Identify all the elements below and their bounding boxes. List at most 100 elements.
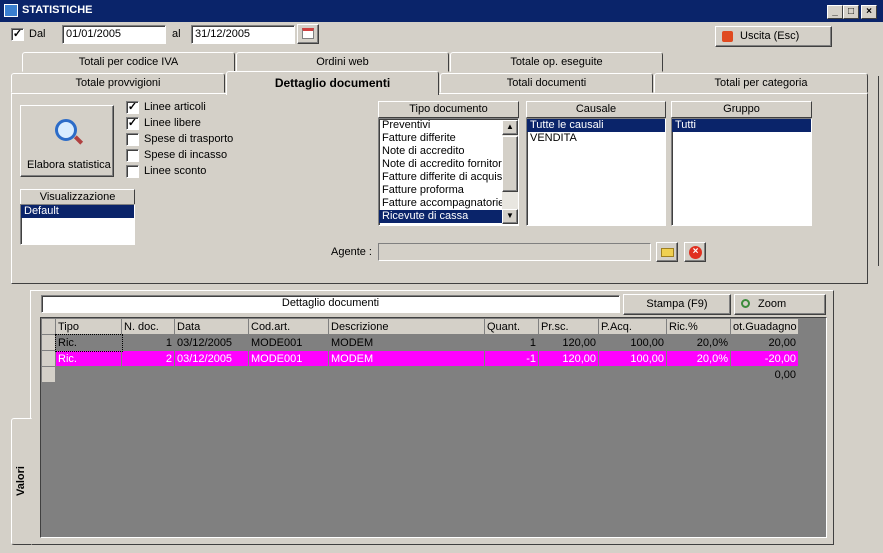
maximize-button[interactable]: □ — [843, 5, 859, 19]
agente-field[interactable] — [378, 243, 651, 261]
table-cell[interactable]: Ric. — [54, 333, 123, 352]
table-cell[interactable] — [666, 366, 731, 383]
option-spese-di-incasso[interactable]: Spese di incasso — [126, 148, 266, 163]
close-button[interactable]: × — [861, 5, 877, 19]
scroll-thumb[interactable] — [502, 136, 518, 192]
table-cell[interactable]: Ric. — [55, 350, 122, 367]
column-header[interactable]: Ric.% — [666, 318, 731, 335]
tipo-item[interactable]: Fatture accompagnatorie — [379, 197, 518, 210]
option-linee-sconto[interactable]: Linee sconto — [126, 164, 266, 179]
table-cell[interactable]: MODEM — [328, 334, 485, 351]
table-cell[interactable] — [248, 366, 329, 383]
tipo-item[interactable]: Note di accredito fornitori — [379, 158, 518, 171]
table-cell[interactable]: 2 — [121, 350, 175, 367]
visualizzazione-list[interactable]: Default — [20, 204, 135, 245]
agente-clear-button[interactable]: × — [684, 242, 706, 262]
table-cell[interactable]: 100,00 — [598, 334, 667, 351]
table-cell[interactable]: 20,00 — [730, 334, 799, 351]
tipo-item[interactable]: Fatture proforma — [379, 184, 518, 197]
table-cell[interactable]: 1 — [121, 334, 175, 351]
table-cell[interactable] — [55, 366, 122, 383]
table-cell[interactable] — [538, 366, 599, 383]
zoom-button[interactable]: Zoom — [734, 294, 826, 315]
tipo-item[interactable]: Preventivi — [379, 119, 518, 132]
column-header[interactable]: P.Acq. — [598, 318, 667, 335]
table-cell[interactable]: 03/12/2005 — [174, 350, 249, 367]
agente-browse-button[interactable] — [656, 242, 678, 262]
table-row[interactable]: Ric. 2 03/12/2005 MODE001 MODEM -1 120,00 100,0… — [41, 350, 799, 367]
tab-totali-documenti[interactable]: Totali documenti — [440, 73, 653, 93]
table-cell[interactable]: 120,00 — [538, 334, 599, 351]
table-cell[interactable] — [174, 366, 249, 383]
caus-item[interactable]: Tutte le causali — [527, 119, 665, 132]
option-spese-di-trasporto[interactable]: Spese di trasporto — [126, 132, 266, 147]
row-selector[interactable] — [41, 366, 56, 383]
exit-button[interactable]: Uscita (Esc) — [715, 26, 832, 47]
column-header[interactable]: Data — [174, 318, 249, 335]
table-row[interactable]: 0,00 — [41, 366, 799, 383]
option-linee-articoli[interactable]: ✓ Linee articoli — [126, 100, 266, 115]
scroll-up-arrow-icon[interactable]: ▲ — [502, 120, 518, 135]
scroll-down-arrow-icon[interactable]: ▼ — [502, 209, 518, 224]
table-cell[interactable]: 120,00 — [538, 350, 599, 367]
option-checkbox[interactable] — [126, 149, 139, 162]
tipo-item[interactable]: Fatture differite — [379, 132, 518, 145]
table-cell[interactable] — [598, 366, 667, 383]
column-header[interactable]: ot.Guadagno — [730, 318, 799, 335]
table-cell[interactable] — [484, 366, 539, 383]
tipo-documento-scrollbar[interactable]: ▲ ▼ — [502, 120, 518, 224]
stampa-button[interactable]: Stampa (F9) — [623, 294, 731, 315]
row-selector[interactable] — [41, 350, 56, 367]
option-checkbox[interactable]: ✓ — [126, 117, 139, 130]
tipo-documento-list[interactable]: Preventivi Fatture differite Note di accre… — [378, 118, 519, 226]
tab-valori[interactable]: Valori — [11, 418, 32, 545]
table-cell[interactable]: 20,0% — [666, 350, 731, 367]
column-header[interactable]: Pr.sc. — [538, 318, 599, 335]
gruppo-list[interactable]: Tutti — [671, 118, 812, 226]
table-cell[interactable]: MODE001 — [248, 334, 329, 351]
column-header[interactable]: N. doc. — [121, 318, 175, 335]
table-cell[interactable]: 03/12/2005 — [174, 334, 249, 351]
option-label: Spese di incasso — [144, 149, 228, 161]
row-selector[interactable] — [41, 334, 56, 351]
elabora-statistica-button[interactable]: Elabora statistica — [20, 105, 114, 177]
option-linee-libere[interactable]: ✓ Linee libere — [126, 116, 266, 131]
table-cell[interactable]: -20,00 — [730, 350, 799, 367]
from-date-field[interactable]: 01/01/2005 — [62, 25, 166, 44]
table-cell[interactable]: 20,0% — [666, 334, 731, 351]
table-cell[interactable]: 100,00 — [598, 350, 667, 367]
tipo-item[interactable]: Note di accredito — [379, 145, 518, 158]
table-row[interactable]: Ric. 1 03/12/2005 MODE001 MODEM 1 120,00 100,00… — [41, 333, 799, 352]
tab-totale-provvigioni[interactable]: Totale provvigioni — [11, 73, 225, 93]
column-header[interactable]: Cod.art. — [248, 318, 329, 335]
table-cell[interactable]: 1 — [484, 334, 539, 351]
tab-totali-per-categoria[interactable]: Totali per categoria — [654, 73, 868, 93]
tab-totale-op-eseguite[interactable]: Totale op. eseguite — [450, 52, 663, 72]
table-cell[interactable] — [121, 366, 175, 383]
visualizzazione-item-default[interactable]: Default — [21, 205, 134, 218]
column-header[interactable]: Descrizione — [328, 318, 485, 335]
option-checkbox[interactable] — [126, 133, 139, 146]
option-checkbox[interactable]: ✓ — [126, 101, 139, 114]
tab-dettaglio-documenti[interactable]: Dettaglio documenti — [226, 71, 439, 95]
calendar-button[interactable] — [297, 24, 319, 44]
minimize-button[interactable]: _ — [827, 5, 843, 19]
grp-item[interactable]: Tutti — [672, 119, 811, 132]
caus-item[interactable]: VENDITA — [527, 132, 665, 145]
table-cell[interactable] — [328, 366, 485, 383]
tab-ordini-web[interactable]: Ordini web — [236, 52, 449, 72]
tab-totali-codice-iva[interactable]: Totali per codice IVA — [22, 52, 235, 72]
tipo-item[interactable]: Ricevute di cassa — [379, 210, 518, 223]
data-grid[interactable]: Tipo N. doc. Data Cod.art. Descrizione Quant.… — [40, 317, 827, 538]
table-cell[interactable]: MODE001 — [248, 350, 329, 367]
table-cell[interactable]: MODEM — [328, 350, 485, 367]
to-date-field[interactable]: 31/12/2005 — [191, 25, 295, 44]
option-checkbox[interactable] — [126, 165, 139, 178]
table-cell[interactable]: 0,00 — [730, 366, 799, 383]
column-header[interactable]: Quant. — [484, 318, 539, 335]
tipo-item[interactable]: Fatture differite di acquisto — [379, 171, 518, 184]
dal-checkbox[interactable]: ✓ — [11, 28, 24, 41]
column-header[interactable]: Tipo — [55, 318, 122, 335]
table-cell[interactable]: -1 — [484, 350, 539, 367]
causale-list[interactable]: Tutte le causali VENDITA — [526, 118, 666, 226]
